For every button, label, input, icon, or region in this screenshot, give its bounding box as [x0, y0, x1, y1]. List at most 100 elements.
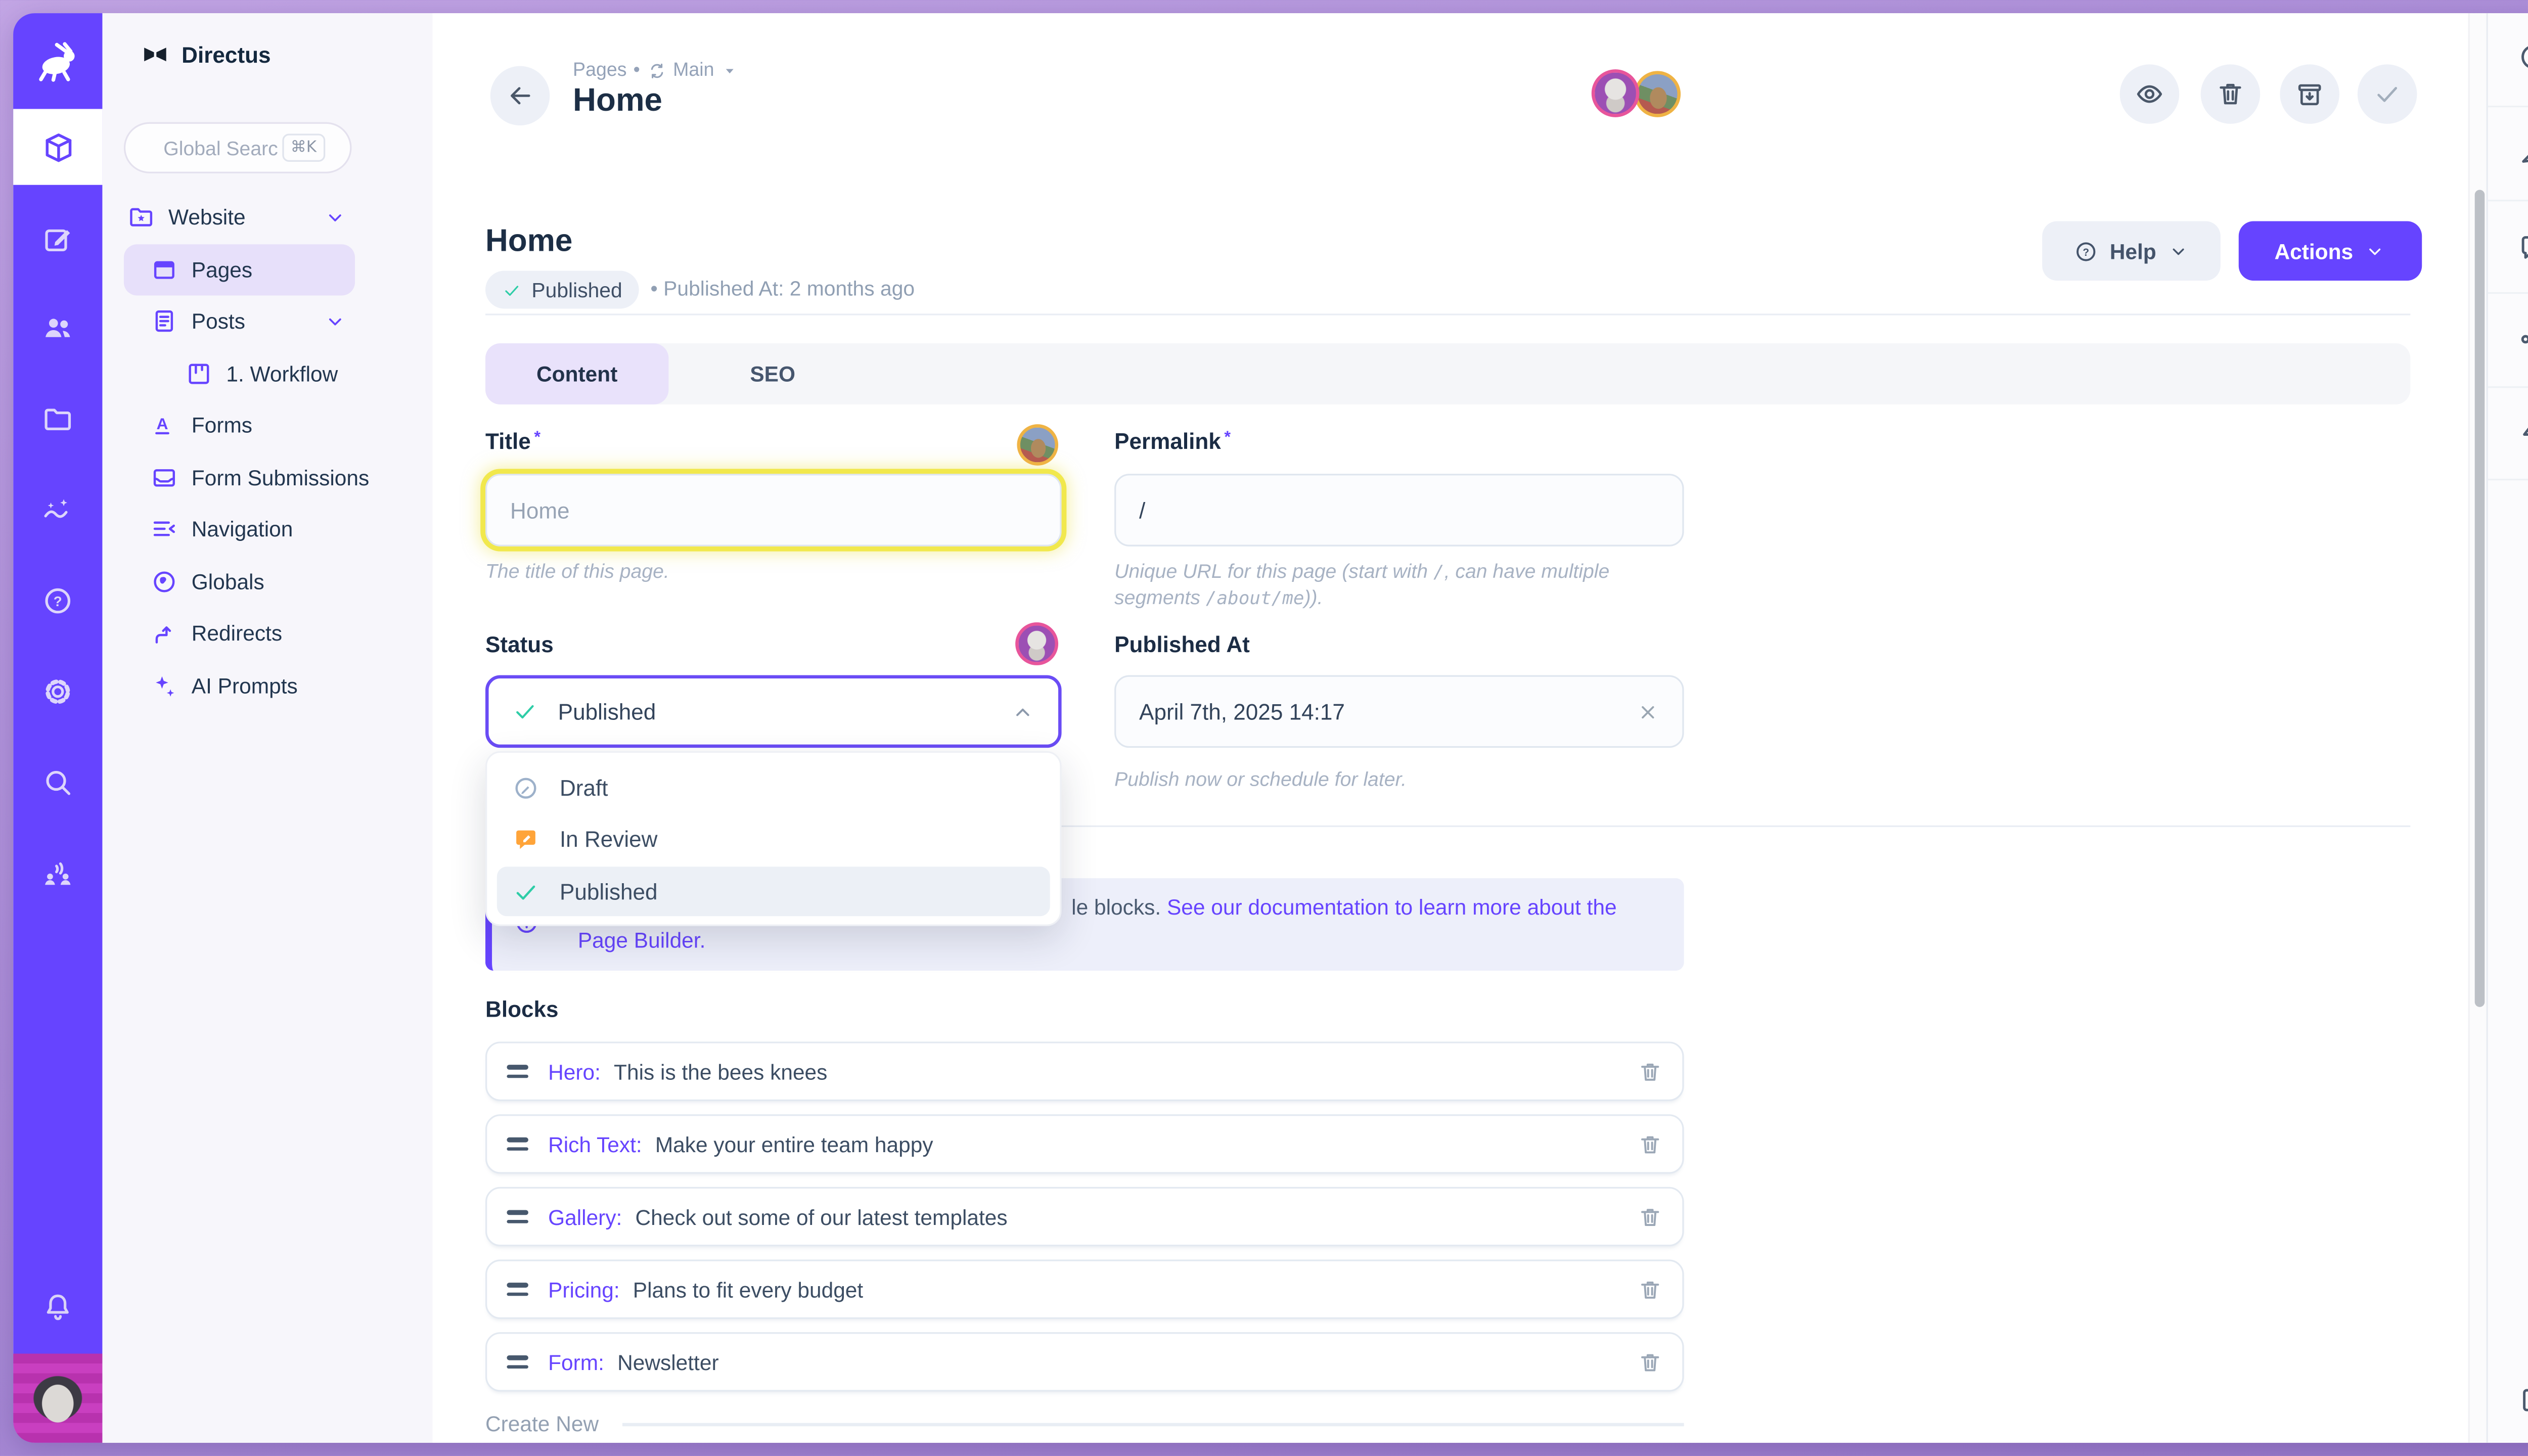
breadcrumb[interactable]: Pages • Main — [573, 61, 737, 81]
create-new-row[interactable]: Create New — [485, 1412, 1684, 1436]
check-icon — [2372, 79, 2402, 109]
actions-button[interactable]: Actions — [2239, 221, 2422, 281]
scrollbar-thumb[interactable] — [2475, 190, 2485, 1007]
required-marker: * — [534, 429, 540, 447]
search-module-icon[interactable] — [41, 766, 74, 799]
status-option-draft[interactable]: Draft — [497, 763, 1050, 812]
tab-bar: Content SEO — [485, 343, 2410, 404]
scheduled-tasks-icon[interactable] — [2517, 1383, 2528, 1415]
module-content-active[interactable] — [13, 109, 102, 185]
status-option-in-review[interactable]: In Review — [497, 814, 1050, 864]
global-search-input[interactable] — [163, 136, 279, 159]
help-button[interactable]: Help — [2042, 221, 2221, 281]
trash-icon[interactable] — [1638, 1277, 1662, 1302]
info-sidebar-icon[interactable] — [2517, 41, 2528, 73]
comments-sidebar-icon[interactable] — [2517, 231, 2528, 262]
archive-icon — [2295, 79, 2325, 109]
back-button[interactable] — [490, 66, 550, 126]
settings-module-icon[interactable] — [41, 675, 74, 708]
status-select[interactable]: Published — [485, 675, 1062, 748]
sidebar-item-navigation[interactable]: Navigation — [124, 504, 355, 556]
trash-icon[interactable] — [1638, 1204, 1662, 1229]
project-name: Directus — [182, 42, 270, 67]
item-title: Home — [485, 224, 572, 261]
divider — [2488, 479, 2528, 480]
chevron-up-icon — [1010, 699, 1035, 724]
redirect-arrow-icon — [150, 619, 178, 648]
module-bar — [13, 13, 102, 1443]
permalink-input[interactable] — [1139, 497, 1659, 522]
sidebar-item-globals[interactable]: Globals — [124, 556, 355, 608]
tab-content[interactable]: Content — [485, 343, 668, 404]
flows-sidebar-icon[interactable] — [2517, 416, 2528, 447]
scrollbar-track[interactable] — [2468, 13, 2487, 1443]
directus-rabbit-logo[interactable] — [13, 13, 102, 109]
sidebar-item-form-submissions[interactable]: Form Submissions — [124, 451, 355, 504]
trash-icon[interactable] — [1638, 1131, 1662, 1156]
block-row-gallery[interactable]: Gallery: Check out some of our latest te… — [485, 1187, 1684, 1247]
arrow-left-icon — [505, 81, 535, 111]
check-icon — [502, 280, 522, 299]
title-field[interactable] — [485, 474, 1062, 547]
published-at-field-label: Published At — [1114, 632, 1250, 657]
screen: Directus ⌘K Website Pages Posts — [0, 0, 2528, 1456]
title-input[interactable] — [510, 497, 1037, 522]
drag-handle-icon[interactable] — [507, 1138, 528, 1151]
drag-handle-icon[interactable] — [507, 1355, 528, 1369]
sidebar-item-ai-prompts[interactable]: AI Prompts — [124, 659, 355, 711]
drag-handle-icon[interactable] — [507, 1210, 528, 1223]
project-header: Directus — [141, 39, 271, 69]
block-row-pricing[interactable]: Pricing: Plans to fit every budget — [485, 1259, 1684, 1319]
help-module-icon[interactable] — [41, 584, 74, 617]
global-search[interactable]: ⌘K — [124, 122, 352, 173]
share-sidebar-icon[interactable] — [2517, 324, 2528, 355]
permalink-field[interactable] — [1114, 474, 1684, 547]
collections-tree: Website Pages Posts 1. Workflow — [124, 192, 355, 712]
drag-handle-icon[interactable] — [507, 1065, 528, 1078]
block-row-hero[interactable]: Hero: This is the bees knees — [485, 1041, 1684, 1101]
eye-icon — [2135, 79, 2164, 109]
sidebar-item-posts[interactable]: Posts — [124, 295, 355, 347]
notifications-bell-icon[interactable] — [41, 1291, 74, 1324]
published-at-input[interactable] — [1139, 699, 1636, 724]
chevron-down-icon[interactable] — [324, 310, 347, 333]
block-row-form[interactable]: Form: Newsletter — [485, 1332, 1684, 1392]
insights-module-icon[interactable] — [41, 493, 74, 526]
permalink-field-label: Permalink* — [1114, 429, 1231, 454]
drag-handle-icon[interactable] — [507, 1283, 528, 1296]
files-module-icon[interactable] — [41, 403, 74, 436]
block-row-rich-text[interactable]: Rich Text: Make your entire team happy — [485, 1114, 1684, 1174]
tab-seo[interactable]: SEO — [710, 343, 835, 404]
divider — [2488, 386, 2528, 388]
trash-icon[interactable] — [1638, 1059, 1662, 1084]
collaborator-avatar-groundhog[interactable] — [1635, 71, 1681, 117]
sidebar-item-pages[interactable]: Pages — [124, 244, 355, 296]
clear-x-icon[interactable] — [1636, 699, 1659, 724]
save-button[interactable] — [2358, 64, 2417, 124]
chevron-down-icon[interactable] — [324, 206, 347, 229]
sidebar-item-workflow[interactable]: 1. Workflow — [124, 347, 355, 399]
sidebar-item-website[interactable]: Website — [124, 192, 355, 244]
users-module-icon[interactable] — [41, 312, 74, 345]
app-window: Directus ⌘K Website Pages Posts — [13, 13, 2528, 1443]
archive-button[interactable] — [2280, 64, 2339, 124]
chevron-down-icon — [2168, 240, 2189, 261]
blocks-section-label: Blocks — [485, 997, 559, 1022]
current-user-avatar[interactable] — [13, 1354, 102, 1443]
audience-module-icon[interactable] — [41, 857, 74, 890]
folder-star-icon — [127, 203, 155, 232]
trash-icon[interactable] — [1638, 1349, 1662, 1374]
delete-button[interactable] — [2201, 64, 2261, 124]
sidebar-item-forms[interactable]: Forms — [124, 399, 355, 451]
divider — [2488, 292, 2528, 294]
collaborator-avatar-man[interactable] — [1592, 69, 1640, 117]
editor-module-icon[interactable] — [41, 223, 74, 256]
sidebar-item-redirects[interactable]: Redirects — [124, 608, 355, 660]
published-at-field[interactable] — [1114, 675, 1684, 748]
status-option-published[interactable]: Published — [497, 867, 1050, 916]
revisions-sidebar-icon[interactable] — [2517, 137, 2528, 168]
sparkles-icon — [150, 671, 178, 700]
check-icon — [512, 698, 538, 724]
preview-button[interactable] — [2120, 64, 2180, 124]
version-sync-icon — [647, 61, 666, 81]
